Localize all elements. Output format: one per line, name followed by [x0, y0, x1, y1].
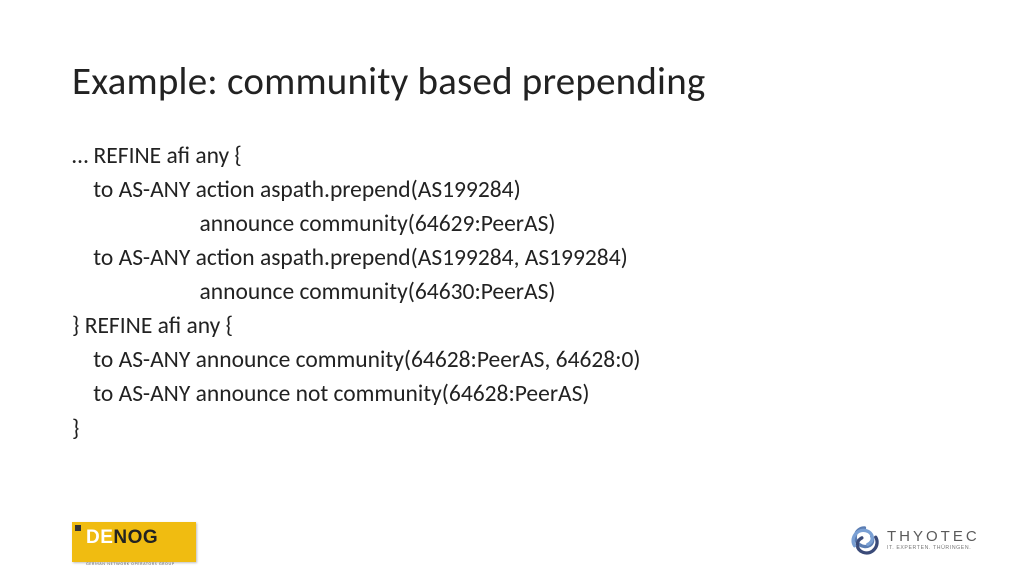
denog-nog: NOG — [113, 527, 158, 548]
footer: DENOG GERMAN NETWORK OPERATORS GROUP THY… — [0, 516, 1024, 562]
thyotec-name: THYOTEC — [887, 529, 980, 544]
denog-logo: DENOG GERMAN NETWORK OPERATORS GROUP — [72, 522, 196, 562]
knot-icon — [848, 524, 881, 557]
denog-dot-icon — [75, 525, 81, 531]
code-block: … REFINE afi any { to AS-ANY action aspa… — [72, 139, 952, 446]
denog-de: DE — [86, 527, 113, 548]
slide-title: Example: community based prepending — [72, 58, 952, 105]
slide: Example: community based prepending … RE… — [0, 0, 1024, 576]
thyotec-tagline: IT. EXPERTEN. THÜRINGEN. — [887, 546, 980, 551]
denog-wordmark: DENOG — [86, 527, 158, 549]
thyotec-text: THYOTEC IT. EXPERTEN. THÜRINGEN. — [887, 529, 980, 551]
thyotec-logo: THYOTEC IT. EXPERTEN. THÜRINGEN. — [848, 520, 976, 560]
denog-subtitle: GERMAN NETWORK OPERATORS GROUP — [72, 562, 196, 567]
